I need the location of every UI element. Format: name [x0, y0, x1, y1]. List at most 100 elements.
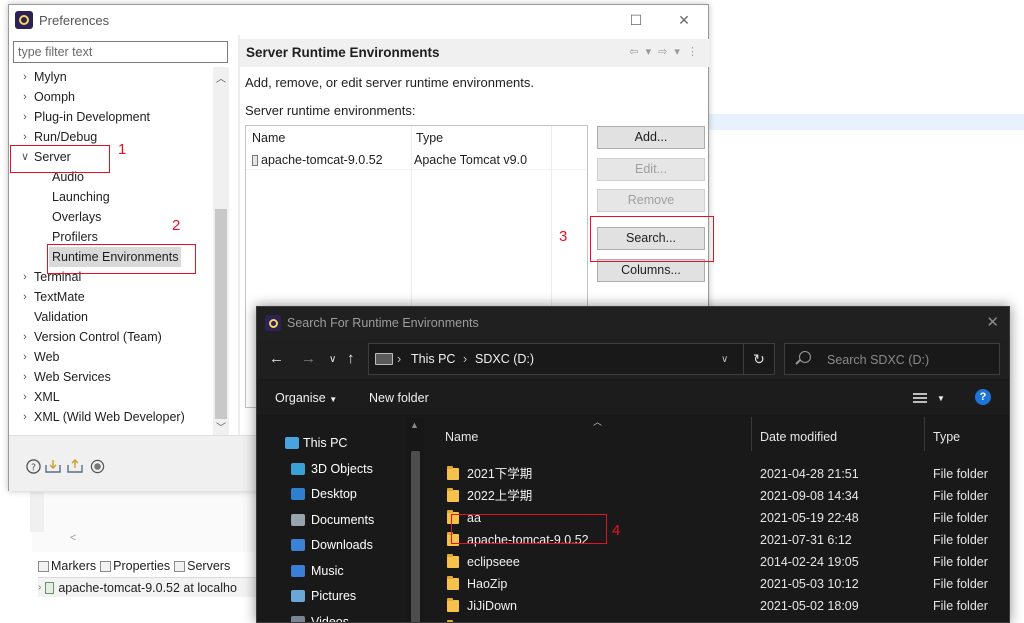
- preferences-titlebar[interactable]: Preferences ☐ ✕: [9, 5, 708, 35]
- table-row[interactable]: apache-tomcat-9.0.52 Apache Tomcat v9.0: [246, 150, 587, 170]
- chevron-right-icon[interactable]: ›: [19, 107, 31, 127]
- tree-item[interactable]: Launching: [9, 187, 214, 207]
- new-folder-button[interactable]: New folder: [369, 391, 429, 405]
- record-icon[interactable]: [89, 458, 105, 474]
- tree-item[interactable]: › Oomph: [9, 87, 214, 107]
- chevron-right-icon[interactable]: ›: [19, 387, 31, 407]
- tree-item[interactable]: › Mylyn: [9, 67, 214, 87]
- help-button[interactable]: ?: [975, 389, 991, 405]
- import-icon[interactable]: [45, 458, 61, 474]
- chevron-right-icon[interactable]: ›: [19, 287, 31, 307]
- tree-item[interactable]: › TextMate: [9, 287, 214, 307]
- scroll-down-icon[interactable]: ﹀: [213, 419, 229, 434]
- chevron-right-icon[interactable]: ›: [19, 347, 31, 367]
- forward-arrow-icon[interactable]: →: [301, 350, 316, 367]
- nav-item[interactable]: Desktop: [257, 482, 407, 507]
- navigation-scrollbar[interactable]: ▲: [407, 417, 424, 622]
- column-header-name[interactable]: Name: [252, 131, 285, 145]
- navigation-scroll-thumb[interactable]: [411, 451, 420, 622]
- tree-item[interactable]: › Run/Debug: [9, 127, 214, 147]
- chevron-right-icon[interactable]: ›: [19, 87, 31, 107]
- column-divider[interactable]: [924, 417, 925, 451]
- chevron-right-icon[interactable]: ›: [19, 127, 31, 147]
- edit-button[interactable]: Edit...: [597, 158, 705, 181]
- help-icon[interactable]: ?: [25, 458, 41, 474]
- tree-item[interactable]: Validation: [9, 307, 214, 327]
- tree-item[interactable]: Overlays: [9, 207, 214, 227]
- add-button[interactable]: Add...: [597, 126, 705, 149]
- tree-item[interactable]: › Plug-in Development: [9, 107, 214, 127]
- breadcrumb-drive[interactable]: SDXC (D:): [475, 352, 534, 366]
- table-header: Name Type: [246, 126, 587, 148]
- nav-item[interactable]: Downloads: [257, 533, 407, 558]
- nav-item[interactable]: Music: [257, 559, 407, 584]
- nav-item[interactable]: Pictures: [257, 584, 407, 609]
- tree-item-label: XML: [34, 390, 60, 404]
- view-dropdown-icon[interactable]: ▼: [937, 394, 945, 403]
- column-header-name[interactable]: Name: [445, 423, 478, 451]
- address-bar[interactable]: › This PC › SDXC (D:) ∨: [368, 343, 775, 375]
- maximize-button[interactable]: ☐: [625, 11, 647, 29]
- tab-properties[interactable]: Properties: [100, 559, 170, 573]
- column-header-date[interactable]: Date modified: [760, 423, 837, 451]
- file-type: File folder: [933, 617, 988, 622]
- search-box[interactable]: Search SDXC (D:): [784, 343, 1000, 375]
- editor-scroll-left-arrow[interactable]: <: [70, 530, 257, 546]
- tree-item[interactable]: › XML (Wild Web Developer): [9, 407, 214, 427]
- chevron-right-icon[interactable]: ›: [19, 367, 31, 387]
- file-row[interactable]: eclipseee 2014-02-24 19:05 File folder: [427, 551, 991, 573]
- filter-input[interactable]: [13, 41, 228, 63]
- export-icon[interactable]: [67, 458, 83, 474]
- tab-markers-label: Markers: [51, 559, 97, 573]
- close-button[interactable]: ✕: [673, 11, 695, 29]
- file-row[interactable]: 2021下学期 2021-04-28 21:51 File folder: [427, 463, 991, 485]
- editor-vertical-scrollbar[interactable]: [30, 492, 44, 532]
- tab-markers[interactable]: Markers: [38, 559, 96, 573]
- close-icon[interactable]: ✕: [986, 313, 999, 331]
- chevron-right-icon[interactable]: ›: [19, 67, 31, 87]
- file-name: eclipseee: [467, 555, 520, 569]
- remove-button[interactable]: Remove: [597, 189, 705, 212]
- organise-menu[interactable]: Organise ▼: [275, 391, 337, 405]
- file-row[interactable]: HaoZip 2021-05-03 10:12 File folder: [427, 573, 991, 595]
- refresh-icon[interactable]: ↻: [743, 343, 775, 375]
- tree-item[interactable]: › XML: [9, 387, 214, 407]
- nav-item[interactable]: Videos: [257, 610, 407, 622]
- column-header-type[interactable]: Type: [416, 131, 443, 145]
- tree-scroll-thumb[interactable]: [215, 209, 227, 419]
- chevron-right-icon[interactable]: ›: [19, 327, 31, 347]
- nav-item[interactable]: Documents: [257, 508, 407, 533]
- history-nav-icons[interactable]: ⇦ ▾ ⇨ ▾ ⋮: [629, 45, 700, 58]
- file-row[interactable]: JiJiDown 2021-05-02 18:09 File folder: [427, 595, 991, 617]
- up-arrow-icon[interactable]: ↑: [347, 350, 355, 367]
- scroll-up-icon[interactable]: ︿: [213, 70, 229, 85]
- file-row[interactable]: MyDrivers 2021-09-14 19:42 File folder: [427, 617, 991, 622]
- back-arrow-icon[interactable]: ←: [269, 350, 284, 367]
- nav-item-label: Music: [311, 563, 344, 578]
- search-dialog-titlebar[interactable]: Search For Runtime Environments ✕: [257, 307, 1009, 339]
- nav-item[interactable]: This PC: [257, 431, 407, 456]
- address-dropdown-chevron-icon[interactable]: ∨: [721, 354, 728, 365]
- chevron-right-icon[interactable]: ›: [19, 407, 31, 427]
- tree-item[interactable]: › Version Control (Team): [9, 327, 214, 347]
- view-options-icon[interactable]: [913, 393, 927, 403]
- nav-item[interactable]: 3D Objects: [257, 457, 407, 482]
- tree-item[interactable]: › Web Services: [9, 367, 214, 387]
- column-header-type[interactable]: Type: [933, 423, 960, 451]
- scroll-up-icon[interactable]: ▲: [410, 420, 419, 430]
- column-divider[interactable]: [751, 417, 752, 451]
- chevron-right-icon[interactable]: ›: [19, 267, 31, 287]
- recent-locations-chevron-icon[interactable]: ∨: [329, 354, 336, 365]
- breadcrumb-this-pc[interactable]: This PC: [411, 352, 455, 366]
- desktop-icon: [291, 488, 305, 500]
- tree-item[interactable]: › Web: [9, 347, 214, 367]
- columns-button[interactable]: Columns...: [597, 259, 705, 282]
- server-list-item[interactable]: › apache-tomcat-9.0.52 at localho: [38, 577, 257, 597]
- tab-servers[interactable]: Servers: [174, 559, 230, 573]
- split-sash[interactable]: [238, 35, 240, 435]
- folder-icon: [447, 598, 459, 612]
- file-row[interactable]: 2022上学期 2021-09-08 14:34 File folder: [427, 485, 991, 507]
- breadcrumb-separator-icon: ›: [397, 352, 402, 366]
- file-type: File folder: [933, 599, 988, 613]
- tree-scrollbar[interactable]: ︿ ﹀: [213, 67, 229, 435]
